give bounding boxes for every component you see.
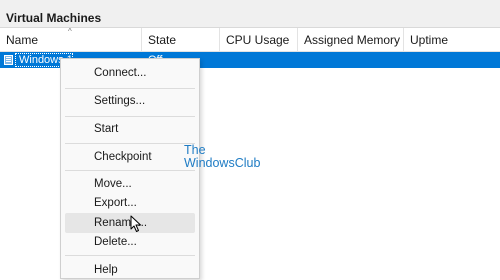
menu-separator [65, 116, 195, 117]
column-header-uptime[interactable]: Uptime [404, 28, 500, 52]
menu-separator [65, 88, 195, 89]
column-header-cpu-usage[interactable]: CPU Usage [220, 28, 298, 52]
menu-item-connect[interactable]: Connect... [65, 63, 195, 83]
menu-item-settings[interactable]: Settings... [65, 91, 195, 111]
column-header-row: Name State CPU Usage Assigned Memory Upt… [0, 28, 500, 52]
menu-item-export[interactable]: Export... [65, 193, 195, 213]
menu-item-checkpoint[interactable]: Checkpoint [65, 147, 195, 167]
menu-separator [65, 143, 195, 144]
virtual-machine-icon [4, 55, 13, 65]
menu-separator [65, 170, 195, 171]
watermark-logo: The WindowsClub [184, 144, 260, 170]
context-menu: Connect... Settings... Start Checkpoint … [60, 58, 200, 279]
mouse-pointer-icon [130, 215, 141, 232]
menu-item-start[interactable]: Start [65, 119, 195, 139]
virtual-machines-panel-header: Virtual Machines [0, 0, 500, 28]
menu-item-move[interactable]: Move... [65, 174, 195, 194]
menu-item-help[interactable]: Help [65, 260, 195, 280]
panel-title: Virtual Machines [6, 11, 102, 25]
column-header-state[interactable]: State [142, 28, 220, 52]
menu-item-delete[interactable]: Delete... [65, 232, 195, 252]
menu-separator [65, 255, 195, 256]
column-header-assigned-memory[interactable]: Assigned Memory [298, 28, 404, 52]
watermark-line2: WindowsClub [184, 156, 261, 170]
sort-ascending-icon: ^ [68, 27, 72, 36]
